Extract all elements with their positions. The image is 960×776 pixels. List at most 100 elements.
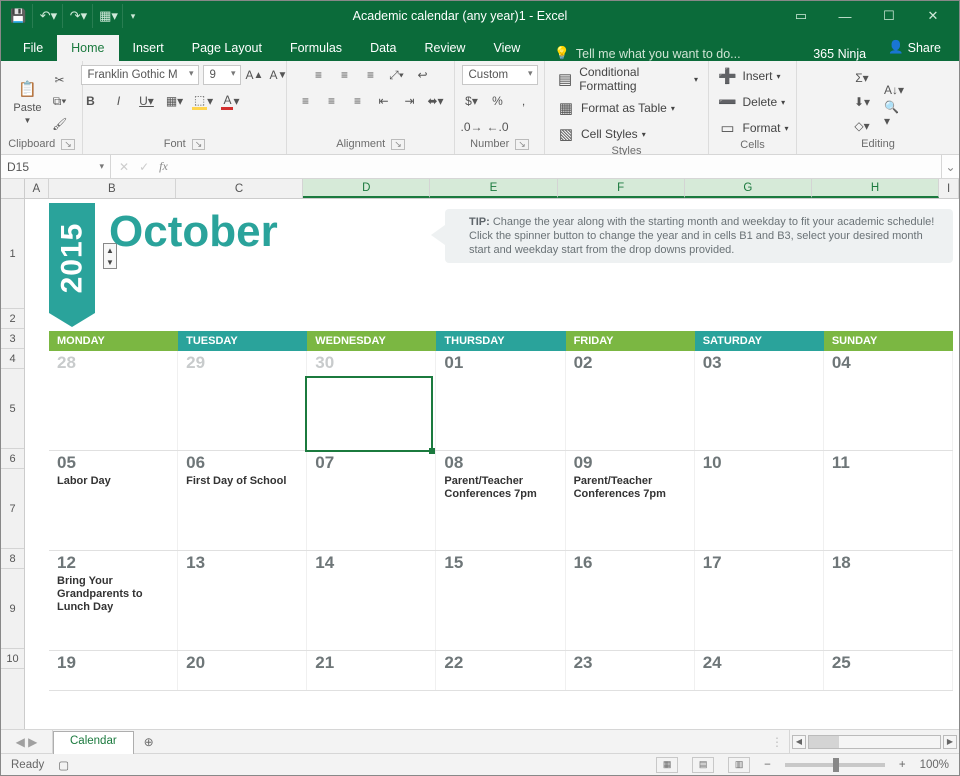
calendar-day[interactable]: 23: [566, 651, 695, 690]
fill-color-button[interactable]: ⬚▾: [193, 91, 213, 111]
underline-button[interactable]: U▾: [137, 91, 157, 111]
font-dialog-launcher[interactable]: ↘: [192, 139, 206, 150]
percent-icon[interactable]: %: [488, 91, 508, 111]
row-header-6[interactable]: 6: [1, 449, 24, 469]
calendar-day[interactable]: 14: [307, 551, 436, 650]
borders-button[interactable]: ▦▾: [165, 91, 185, 111]
macro-record-icon[interactable]: ▢: [58, 758, 69, 772]
scroll-track[interactable]: [808, 735, 941, 749]
calendar-day[interactable]: 29: [178, 351, 307, 450]
row-header-1[interactable]: 1: [1, 199, 24, 309]
scroll-right-icon[interactable]: ▶: [943, 735, 957, 749]
calendar-day[interactable]: 22: [436, 651, 565, 690]
find-select-icon[interactable]: 🔍▾: [884, 104, 904, 124]
sheet-tab-calendar[interactable]: Calendar: [53, 731, 134, 754]
save-icon[interactable]: 💾: [5, 4, 33, 28]
qa-gallery-icon[interactable]: ▦▾: [95, 4, 123, 28]
calendar-day[interactable]: 19: [49, 651, 178, 690]
calendar-day[interactable]: 17: [695, 551, 824, 650]
cell-styles-button[interactable]: ▧Cell Styles▾: [555, 123, 646, 145]
zoom-in-button[interactable]: +: [899, 759, 906, 771]
format-cells-button[interactable]: ▭Format▾: [716, 117, 788, 139]
calendar-day[interactable]: 30: [307, 351, 436, 450]
italic-button[interactable]: I: [109, 91, 129, 111]
insert-cells-button[interactable]: ➕Insert▾: [716, 65, 780, 87]
cut-icon[interactable]: ✂: [50, 70, 70, 90]
name-box[interactable]: D15: [1, 155, 111, 178]
select-all-corner[interactable]: [1, 179, 25, 198]
redo-icon[interactable]: ↷▾: [65, 4, 93, 28]
autosum-icon[interactable]: Σ▾: [852, 68, 872, 88]
tab-review[interactable]: Review: [410, 35, 479, 61]
calendar-day[interactable]: 05Labor Day: [49, 451, 178, 550]
calendar-grid[interactable]: 2829300102030405Labor Day06First Day of …: [49, 351, 953, 729]
tab-file[interactable]: File: [9, 35, 57, 61]
calendar-day[interactable]: 03: [695, 351, 824, 450]
calendar-day[interactable]: 02: [566, 351, 695, 450]
ribbon-options-icon[interactable]: ▭: [779, 2, 823, 30]
col-header-A[interactable]: A: [25, 179, 49, 198]
account-name[interactable]: 365 Ninja: [801, 47, 878, 61]
align-center-icon[interactable]: ≡: [322, 91, 342, 111]
formula-bar[interactable]: ✕ ✓ fx: [111, 155, 941, 178]
spinner-down-icon[interactable]: ▼: [104, 256, 116, 268]
normal-view-icon[interactable]: ▦: [656, 757, 678, 773]
font-color-button[interactable]: A▾: [221, 91, 241, 111]
row-header-2[interactable]: 2: [1, 309, 24, 329]
scroll-thumb[interactable]: [809, 736, 839, 748]
col-header-G[interactable]: G: [685, 179, 812, 198]
fx-icon[interactable]: fx: [159, 159, 168, 174]
zoom-level[interactable]: 100%: [920, 759, 949, 771]
increase-decimal-icon[interactable]: .0→: [462, 117, 482, 137]
scroll-left-icon[interactable]: ◀: [792, 735, 806, 749]
calendar-day[interactable]: 06First Day of School: [178, 451, 307, 550]
fill-icon[interactable]: ⬇▾: [852, 92, 872, 112]
number-dialog-launcher[interactable]: ↘: [515, 139, 529, 150]
zoom-thumb[interactable]: [833, 758, 839, 772]
currency-icon[interactable]: $▾: [462, 91, 482, 111]
undo-icon[interactable]: ↶▾: [35, 4, 63, 28]
format-as-table-button[interactable]: ▦Format as Table▾: [555, 97, 675, 119]
calendar-day[interactable]: 18: [824, 551, 953, 650]
wrap-text-icon[interactable]: ↩: [413, 65, 433, 85]
increase-indent-icon[interactable]: ⇥: [400, 91, 420, 111]
calendar-day[interactable]: 15: [436, 551, 565, 650]
calendar-day[interactable]: 16: [566, 551, 695, 650]
row-header-10[interactable]: 10: [1, 649, 24, 669]
share-button[interactable]: 👤 Share: [878, 34, 951, 61]
format-painter-icon[interactable]: 🖌: [50, 114, 70, 134]
conditional-formatting-button[interactable]: ▤Conditional Formatting▾: [555, 65, 698, 93]
tab-formulas[interactable]: Formulas: [276, 35, 356, 61]
sort-filter-icon[interactable]: A↓▾: [884, 80, 904, 100]
calendar-day[interactable]: 13: [178, 551, 307, 650]
new-sheet-button[interactable]: ⊕: [134, 730, 164, 753]
calendar-day[interactable]: 01: [436, 351, 565, 450]
comma-icon[interactable]: ,: [514, 91, 534, 111]
calendar-day[interactable]: 08Parent/Teacher Conferences 7pm: [436, 451, 565, 550]
align-bottom-icon[interactable]: ≡: [361, 65, 381, 85]
calendar-day[interactable]: 11: [824, 451, 953, 550]
tab-insert[interactable]: Insert: [119, 35, 178, 61]
font-size-dropdown[interactable]: 9: [203, 65, 241, 85]
col-header-I[interactable]: I: [939, 179, 959, 198]
alignment-dialog-launcher[interactable]: ↘: [391, 139, 405, 150]
row-header-4[interactable]: 4: [1, 349, 24, 369]
align-right-icon[interactable]: ≡: [348, 91, 368, 111]
orientation-icon[interactable]: ⤢▾: [387, 65, 407, 85]
maximize-icon[interactable]: ☐: [867, 2, 911, 30]
calendar-day[interactable]: 04: [824, 351, 953, 450]
calendar-day[interactable]: 09Parent/Teacher Conferences 7pm: [566, 451, 695, 550]
page-break-view-icon[interactable]: ▥: [728, 757, 750, 773]
clipboard-dialog-launcher[interactable]: ↘: [61, 139, 75, 150]
col-header-C[interactable]: C: [176, 179, 303, 198]
tab-view[interactable]: View: [479, 35, 534, 61]
enter-formula-icon[interactable]: ✓: [139, 160, 149, 174]
copy-icon[interactable]: ⧉▾: [50, 92, 70, 112]
row-header-8[interactable]: 8: [1, 549, 24, 569]
clear-icon[interactable]: ◇▾: [852, 116, 872, 136]
col-header-E[interactable]: E: [430, 179, 557, 198]
font-name-dropdown[interactable]: Franklin Gothic M: [81, 65, 199, 85]
tab-page-layout[interactable]: Page Layout: [178, 35, 276, 61]
col-header-F[interactable]: F: [558, 179, 685, 198]
calendar-day[interactable]: 07: [307, 451, 436, 550]
